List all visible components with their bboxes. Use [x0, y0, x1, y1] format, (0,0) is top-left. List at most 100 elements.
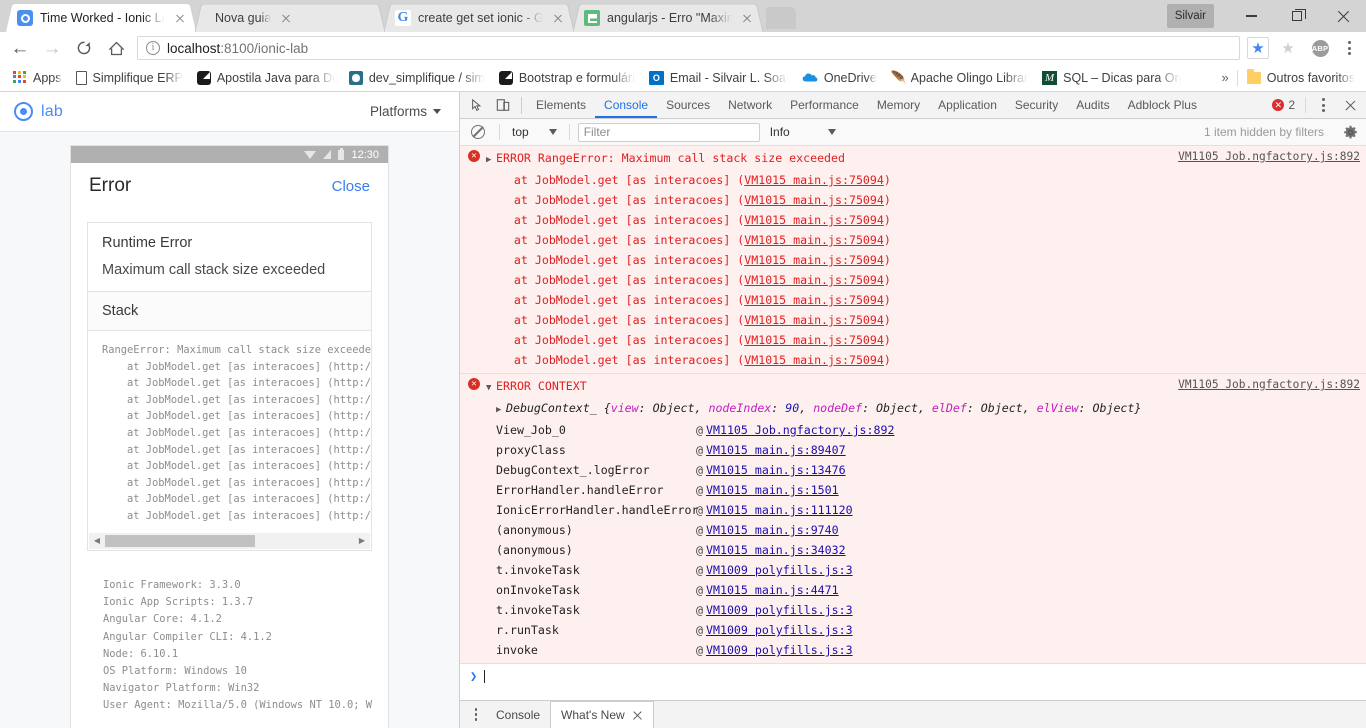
object-preview[interactable]: ▶ DebugContext_ {view: Object, nodeIndex:… — [486, 398, 1360, 420]
console-filter-input[interactable]: Filter — [577, 122, 760, 142]
scrollbar-thumb[interactable] — [105, 534, 255, 547]
devtools-tab-console[interactable]: Console — [595, 92, 657, 118]
devtools-tab-memory[interactable]: Memory — [868, 92, 929, 118]
scrollbar-track[interactable] — [105, 533, 354, 549]
frame-link[interactable]: VM1015 main.js:1501 — [706, 480, 839, 500]
devtools-tab-network[interactable]: Network — [719, 92, 781, 118]
back-button[interactable]: ← — [6, 34, 34, 62]
stack-horizontal-scrollbar[interactable]: ◀ ▶ — [89, 532, 370, 549]
devtools-close-button[interactable] — [1338, 93, 1362, 117]
page-info-icon[interactable]: i — [146, 41, 160, 55]
bookmark-apache-olingo[interactable]: 🪶 Apache Olingo Librar — [884, 68, 1035, 88]
clear-console-button[interactable] — [465, 120, 491, 145]
drawer-tab-whats-new[interactable]: What's New — [550, 701, 654, 728]
bookmark-sql-dicas[interactable]: M SQL – Dicas para Org — [1035, 68, 1188, 88]
new-tab-button[interactable] — [766, 7, 796, 29]
maximize-button[interactable] — [1274, 0, 1320, 32]
frame-link[interactable]: VM1009 polyfills.js:3 — [706, 640, 853, 660]
devtools-tab-performance[interactable]: Performance — [781, 92, 868, 118]
tab-close-icon[interactable] — [739, 10, 755, 26]
bookmark-bootstrap[interactable]: Bootstrap e formulári — [492, 68, 642, 88]
disclosure-triangle-icon[interactable]: ▶ — [486, 150, 496, 170]
bookmark-apostila-java[interactable]: Apostila Java para De — [190, 68, 342, 88]
bookmark-email[interactable]: O Email - Silvair L. Soare — [642, 68, 795, 88]
bookmark-simplifique-erp[interactable]: Simplifique ERP — [69, 68, 190, 88]
browser-tab-1[interactable]: Nova guia — [195, 4, 385, 32]
extension-star-button[interactable]: ★ — [1274, 34, 1302, 62]
drawer-menu-button[interactable] — [466, 703, 486, 727]
frame-link[interactable]: VM1015 main.js:34032 — [706, 540, 846, 560]
stack-line-text: at JobModel.get [as interacoes] ( — [486, 173, 745, 187]
frame-link[interactable]: VM1015 main.js:9740 — [706, 520, 839, 540]
close-window-button[interactable] — [1320, 0, 1366, 32]
address-bar[interactable]: i localhost:8100/ionic-lab — [137, 36, 1240, 60]
bookmark-other-favorites[interactable]: Outros favoritos — [1240, 68, 1362, 88]
frame-link[interactable]: VM1015 main.js:4471 — [706, 580, 839, 600]
devtools-tab-elements[interactable]: Elements — [527, 92, 595, 118]
devtools-tab-application[interactable]: Application — [929, 92, 1006, 118]
devtools-tab-adblock-plus[interactable]: Adblock Plus — [1119, 92, 1206, 118]
console-message-error-context[interactable]: ✕ VM1105 Job.ngfactory.js:892 ▼ ERROR CON… — [460, 374, 1366, 664]
close-button[interactable]: Close — [332, 178, 370, 195]
bookmark-dev-simplifique[interactable]: dev_simplifique / sim — [342, 68, 492, 88]
adblock-plus-button[interactable]: ABP — [1306, 34, 1334, 62]
reload-button[interactable] — [70, 34, 98, 62]
bookmark-onedrive[interactable]: OneDrive — [795, 68, 884, 88]
browser-tab-0[interactable]: Time Worked - Ionic Lab — [6, 4, 196, 32]
close-icon[interactable] — [632, 710, 643, 721]
stack-frame: ErrorHandler.handleError @ VM1015 main.js:… — [486, 480, 1360, 500]
forward-button[interactable]: → — [38, 34, 66, 62]
frame-link[interactable]: VM1015 main.js:111120 — [706, 500, 853, 520]
bookmark-button[interactable]: ★ — [1247, 37, 1269, 59]
stack-line-link[interactable]: VM1015 main.js:75094 — [744, 233, 884, 247]
platforms-dropdown[interactable]: Platforms — [370, 104, 441, 119]
console-message-error[interactable]: ✕ VM1105 Job.ngfactory.js:892 ▶ ERROR Ran… — [460, 146, 1366, 374]
console-message-source-link[interactable]: VM1105 Job.ngfactory.js:892 — [1178, 378, 1360, 391]
frame-link[interactable]: VM1015 main.js:89407 — [706, 440, 846, 460]
stack-line-link[interactable]: VM1015 main.js:75094 — [744, 173, 884, 187]
frame-link[interactable]: VM1015 main.js:13476 — [706, 460, 846, 480]
stack-line-link[interactable]: VM1015 main.js:75094 — [744, 273, 884, 287]
scroll-right-icon[interactable]: ▶ — [354, 533, 370, 549]
tab-close-icon[interactable] — [172, 10, 188, 26]
devtools-tab-sources[interactable]: Sources — [657, 92, 719, 118]
stack-line-link[interactable]: VM1015 main.js:75094 — [744, 353, 884, 367]
browser-tab-2[interactable]: G create get set ionic - Goo — [384, 4, 574, 32]
device-toolbar-button[interactable] — [490, 93, 516, 118]
console-output[interactable]: ✕ VM1105 Job.ngfactory.js:892 ▶ ERROR Ran… — [460, 146, 1366, 700]
stack-line-link[interactable]: VM1015 main.js:75094 — [744, 253, 884, 267]
bookmark-apps[interactable]: Apps — [6, 68, 69, 88]
bookmarks-overflow-button[interactable]: » — [1216, 70, 1235, 85]
stack-line-link[interactable]: VM1015 main.js:75094 — [744, 333, 884, 347]
inspect-element-button[interactable] — [464, 93, 490, 118]
log-level-selector[interactable]: Info — [766, 125, 840, 139]
frame-link[interactable]: VM1009 polyfills.js:3 — [706, 560, 853, 580]
devtools-tab-audits[interactable]: Audits — [1067, 92, 1118, 118]
stack-line-link[interactable]: VM1015 main.js:75094 — [744, 213, 884, 227]
stack-line-link[interactable]: VM1015 main.js:75094 — [744, 313, 884, 327]
drawer-tab-console[interactable]: Console — [486, 702, 550, 728]
console-prompt[interactable]: ❯ — [460, 664, 1366, 683]
disclosure-triangle-icon[interactable]: ▼ — [486, 378, 496, 398]
disclosure-triangle-icon[interactable]: ▶ — [496, 400, 506, 420]
frame-link[interactable]: VM1009 polyfills.js:3 — [706, 600, 853, 620]
tab-close-icon[interactable] — [550, 10, 566, 26]
profile-badge[interactable]: Silvair — [1166, 4, 1214, 28]
tab-close-icon[interactable] — [278, 10, 294, 26]
frame-link[interactable]: VM1105 Job.ngfactory.js:892 — [706, 420, 894, 440]
stack-line-link[interactable]: VM1015 main.js:75094 — [744, 193, 884, 207]
stack-line-link[interactable]: VM1015 main.js:75094 — [744, 293, 884, 307]
error-count-badge[interactable]: ✕ 2 — [1272, 98, 1301, 112]
frame-link[interactable]: VM1009 polyfills.js:3 — [706, 620, 853, 640]
scroll-left-icon[interactable]: ◀ — [89, 533, 105, 549]
console-settings-button[interactable] — [1339, 121, 1361, 143]
console-message-source-link[interactable]: VM1105 Job.ngfactory.js:892 — [1178, 150, 1360, 163]
devtools-more-button[interactable] — [1310, 92, 1336, 118]
browser-menu-button[interactable] — [1336, 35, 1362, 61]
browser-tab-3[interactable]: angularjs - Erro "Maximu — [573, 4, 763, 32]
device-preview-stage: 12:30 Error Close Runtime Error Maximum … — [0, 132, 459, 728]
execution-context-selector[interactable]: top — [508, 125, 561, 139]
devtools-tab-security[interactable]: Security — [1006, 92, 1067, 118]
minimize-button[interactable] — [1228, 0, 1274, 32]
home-button[interactable] — [102, 34, 130, 62]
